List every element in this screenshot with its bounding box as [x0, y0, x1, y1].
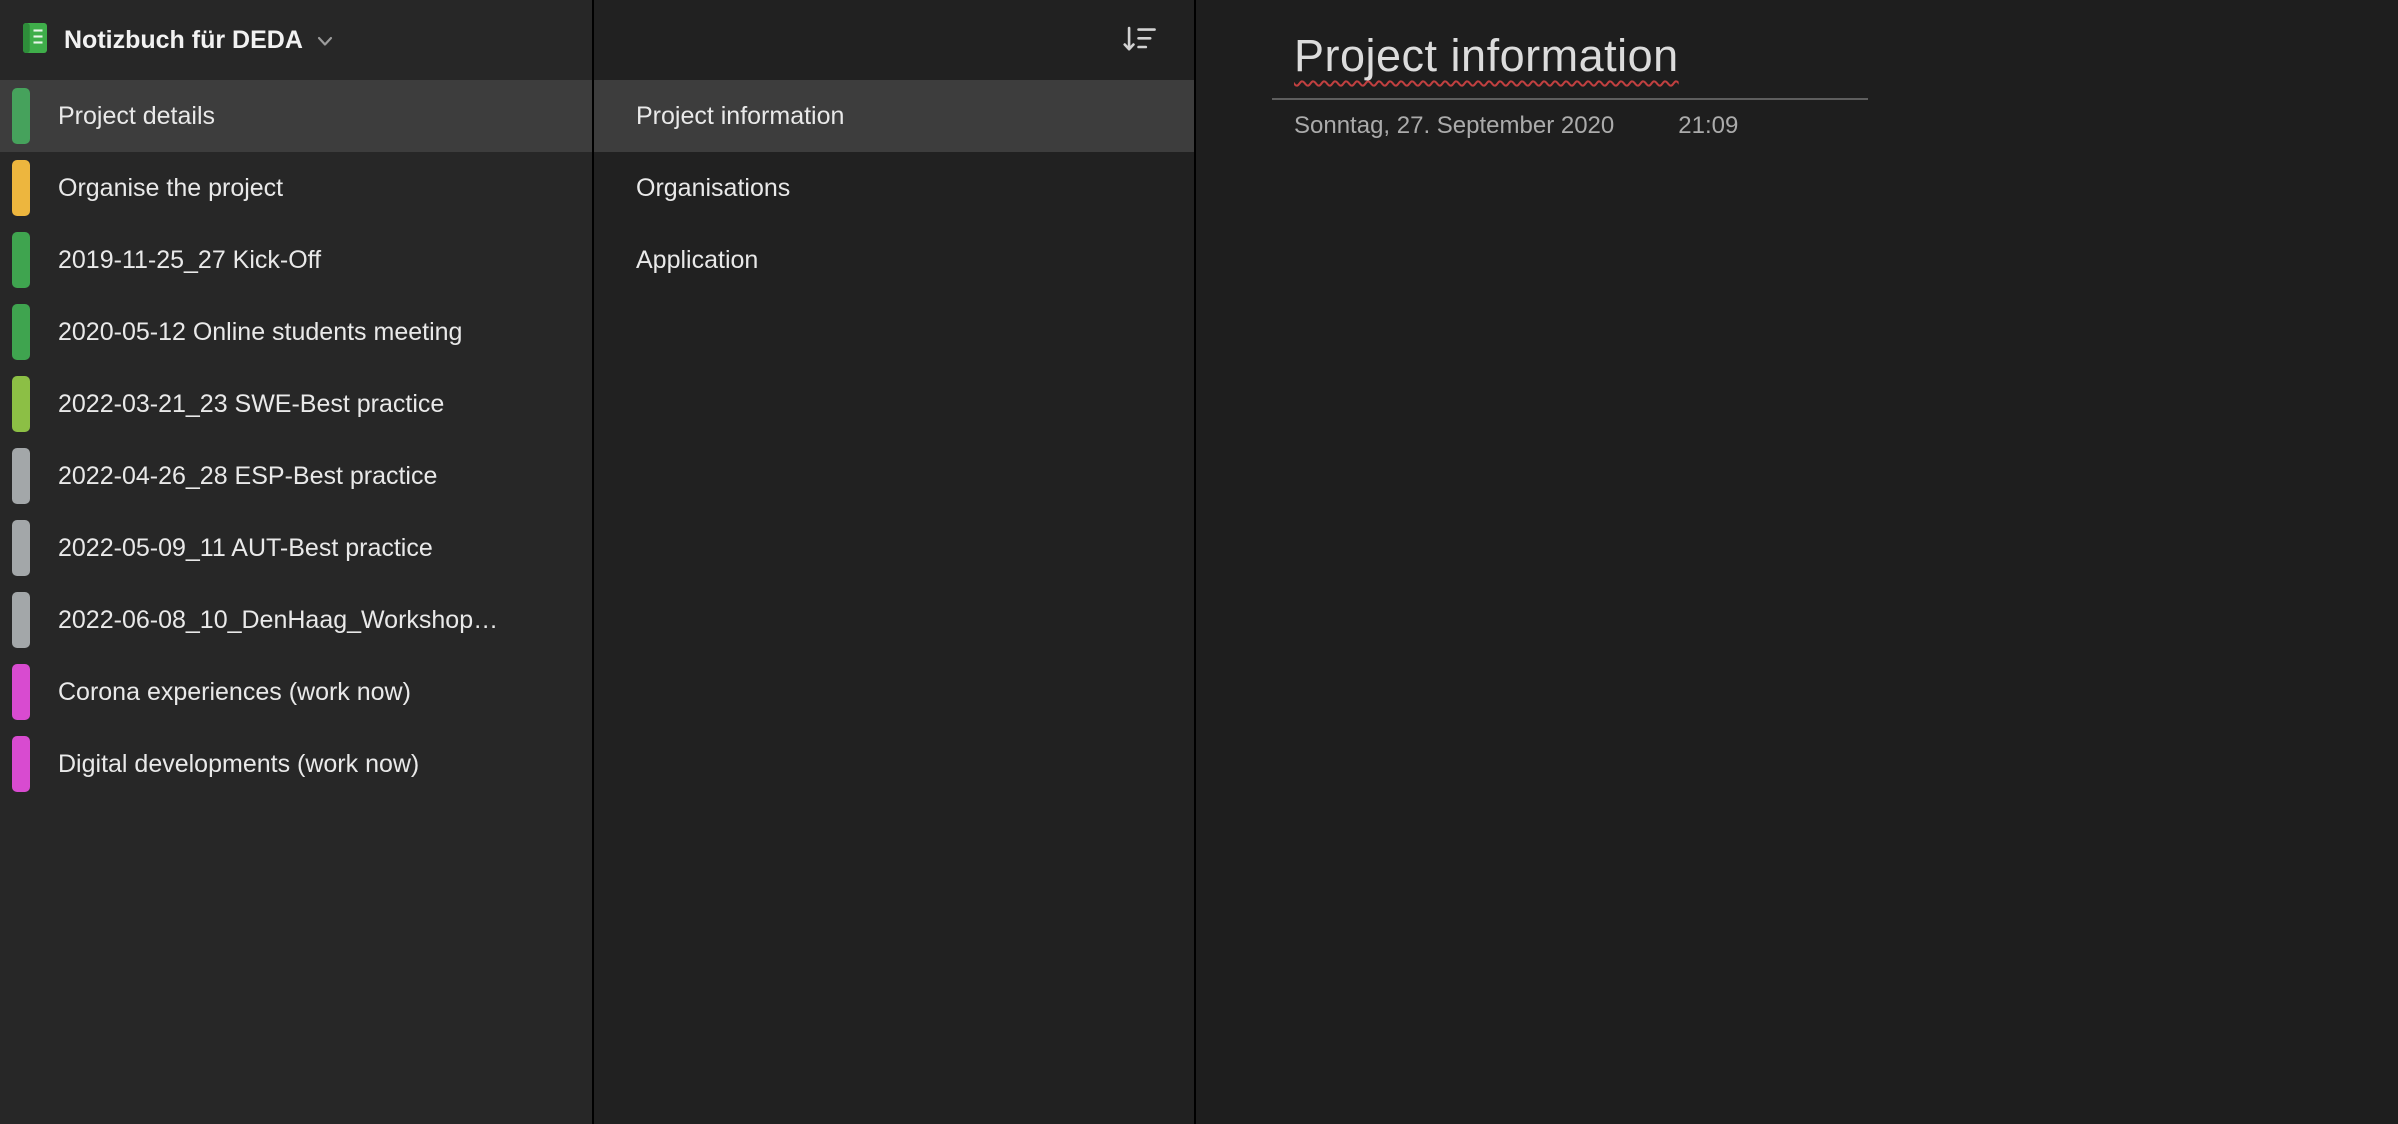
note-title[interactable]: Project information [1294, 30, 1679, 82]
section-label: 2022-04-26_28 ESP-Best practice [58, 462, 451, 491]
section-label: 2022-06-08_10_DenHaag_Workshop… [58, 606, 512, 635]
section-label: Digital developments (work now) [58, 750, 433, 779]
section-item[interactable]: Project details [0, 80, 592, 152]
section-color-tab [12, 160, 30, 216]
section-label: Project details [58, 102, 229, 131]
page-label: Organisations [636, 174, 804, 203]
app-window: Notizbuch für DEDA Project details Organ… [0, 0, 2398, 1124]
notebook-icon [20, 21, 50, 60]
section-list: Project details Organise the project 201… [0, 80, 592, 800]
section-item[interactable]: Digital developments (work now) [0, 728, 592, 800]
section-item[interactable]: 2020-05-12 Online students meeting [0, 296, 592, 368]
note-editor: Project information Sonntag, 27. Septemb… [1196, 0, 2398, 1124]
section-color-tab [12, 88, 30, 144]
sort-button[interactable] [1122, 0, 1158, 80]
page-item[interactable]: Project information [594, 80, 1194, 152]
page-label: Project information [636, 102, 858, 131]
section-label: 2022-03-21_23 SWE-Best practice [58, 390, 458, 419]
chevron-down-icon [317, 34, 333, 52]
notebook-title: Notizbuch für DEDA [64, 26, 303, 55]
section-item[interactable]: Organise the project [0, 152, 592, 224]
section-item[interactable]: 2022-04-26_28 ESP-Best practice [0, 440, 592, 512]
section-color-tab [12, 376, 30, 432]
sort-descending-icon [1122, 23, 1158, 58]
note-date[interactable]: Sonntag, 27. September 2020 [1294, 112, 1614, 140]
pages-sidebar: Project information Organisations Applic… [594, 0, 1194, 1124]
page-item[interactable]: Application [594, 224, 1194, 296]
column-divider [592, 0, 594, 1124]
title-divider [1272, 98, 1868, 100]
section-color-tab [12, 736, 30, 792]
section-item[interactable]: 2019-11-25_27 Kick-Off [0, 224, 592, 296]
section-color-tab [12, 304, 30, 360]
section-item[interactable]: Corona experiences (work now) [0, 656, 592, 728]
section-item[interactable]: 2022-06-08_10_DenHaag_Workshop… [0, 584, 592, 656]
pages-header [594, 0, 1194, 80]
section-label: Organise the project [58, 174, 297, 203]
section-label: 2022-05-09_11 AUT-Best practice [58, 534, 447, 563]
section-color-tab [12, 592, 30, 648]
note-time[interactable]: 21:09 [1678, 112, 1738, 140]
section-color-tab [12, 232, 30, 288]
section-color-tab [12, 664, 30, 720]
notebook-switcher[interactable]: Notizbuch für DEDA [0, 0, 592, 80]
section-item[interactable]: 2022-03-21_23 SWE-Best practice [0, 368, 592, 440]
section-color-tab [12, 520, 30, 576]
section-item[interactable]: 2022-05-09_11 AUT-Best practice [0, 512, 592, 584]
page-label: Application [636, 246, 772, 275]
sections-sidebar: Notizbuch für DEDA Project details Organ… [0, 0, 592, 1124]
section-label: 2020-05-12 Online students meeting [58, 318, 476, 347]
section-color-tab [12, 448, 30, 504]
note-meta: Sonntag, 27. September 2020 21:09 [1294, 112, 2398, 140]
section-label: 2019-11-25_27 Kick-Off [58, 246, 335, 275]
section-label: Corona experiences (work now) [58, 678, 425, 707]
page-item[interactable]: Organisations [594, 152, 1194, 224]
column-divider [1194, 0, 1196, 1124]
page-list: Project information Organisations Applic… [594, 80, 1194, 296]
